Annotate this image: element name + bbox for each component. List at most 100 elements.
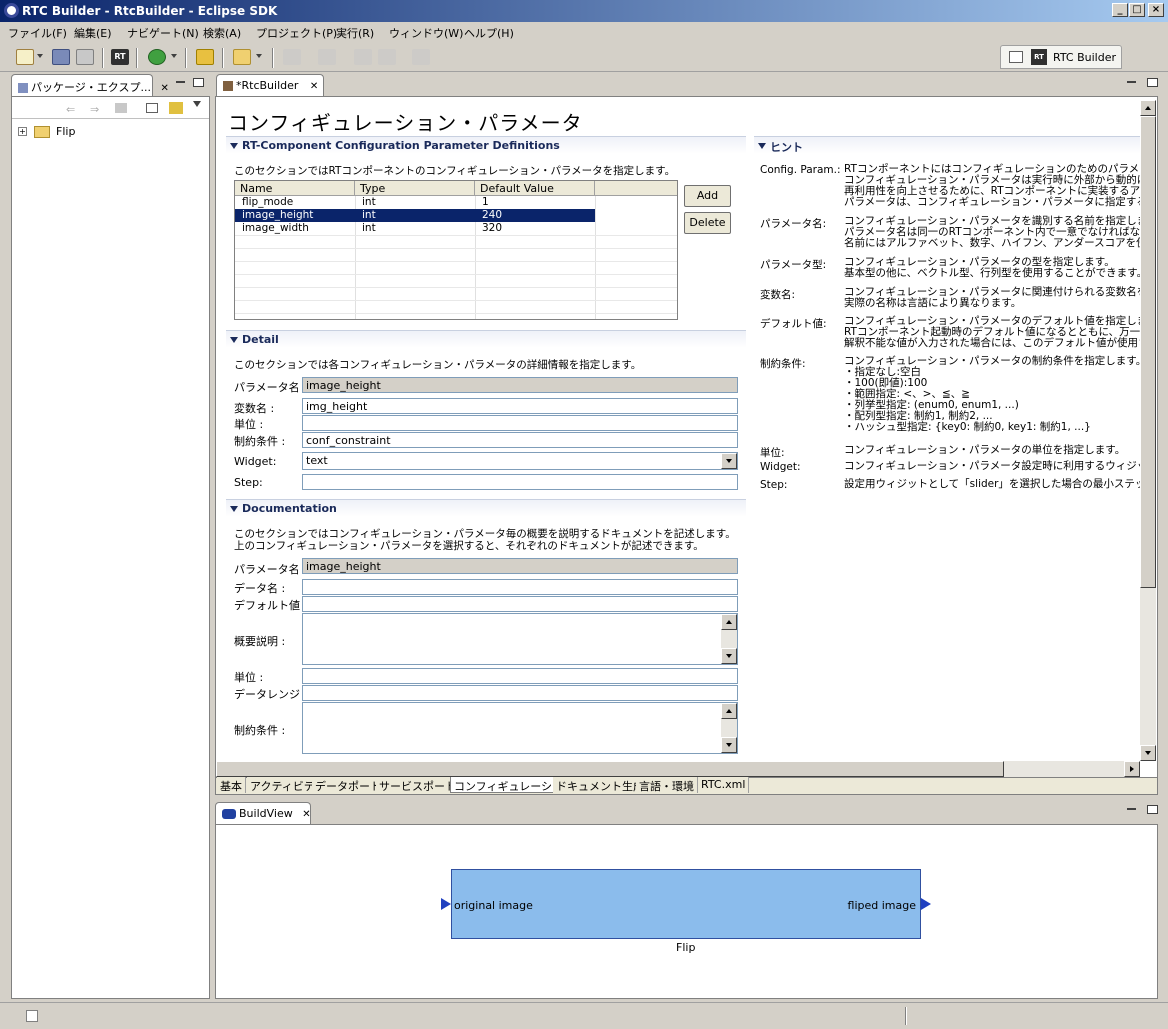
menu-help[interactable]: ヘルプ(H) xyxy=(464,25,514,41)
grid-line xyxy=(235,300,677,301)
rt-icon[interactable]: RT xyxy=(111,49,129,65)
tab-dataport[interactable]: データポート xyxy=(312,777,385,793)
minimize-view-icon[interactable] xyxy=(1127,808,1136,810)
menu-edit[interactable]: 編集(E) xyxy=(74,25,112,41)
perspective-switcher[interactable]: RT RTC Builder xyxy=(1000,45,1122,69)
next-annotation-icon[interactable] xyxy=(283,49,301,65)
table-row[interactable]: image_width int 320 xyxy=(235,222,595,235)
out-port-icon[interactable] xyxy=(921,898,931,910)
maximize-view-icon[interactable] xyxy=(193,78,204,87)
menu-search[interactable]: 検索(A) xyxy=(203,25,241,41)
rt-component-box[interactable]: original image fliped image xyxy=(451,869,921,939)
menu-window[interactable]: ウィンドウ(W) xyxy=(389,25,463,41)
tab-doc-generation[interactable]: ドキュメント生成 xyxy=(553,777,648,793)
column-header-name[interactable]: Name xyxy=(235,181,355,196)
maximize-button[interactable]: □ xyxy=(1129,3,1145,17)
menu-run[interactable]: 実行(R) xyxy=(336,25,374,41)
doc-data-name-field[interactable] xyxy=(302,579,738,595)
forward-icon[interactable]: ⇒ xyxy=(90,103,99,116)
doc-unit-field[interactable] xyxy=(302,668,738,684)
chevron-down-icon[interactable] xyxy=(256,54,262,58)
title-bar: RTC Builder - RtcBuilder - Eclipse SDK _… xyxy=(0,0,1168,22)
expand-icon[interactable]: + xyxy=(18,127,27,136)
maximize-view-icon[interactable] xyxy=(1147,78,1158,87)
scroll-right-icon[interactable] xyxy=(1124,761,1140,777)
detail-var-name-field[interactable]: img_height xyxy=(302,398,738,414)
tab-serviceport[interactable]: サービスポート xyxy=(376,777,460,793)
run-icon[interactable] xyxy=(148,49,166,65)
scroll-up-icon[interactable] xyxy=(721,614,737,630)
maximize-view-icon[interactable] xyxy=(1147,805,1158,814)
minimize-button[interactable]: _ xyxy=(1112,3,1128,17)
forward-icon[interactable] xyxy=(412,49,430,65)
open-folder-icon[interactable] xyxy=(233,49,251,65)
eclipse-icon xyxy=(4,3,19,18)
print-icon[interactable] xyxy=(76,49,94,65)
menu-file[interactable]: ファイル(F) xyxy=(8,25,67,41)
scroll-down-icon[interactable] xyxy=(721,737,737,753)
menu-project[interactable]: プロジェクト(P) xyxy=(256,25,337,41)
section-definitions-header[interactable]: RT-Component Configuration Parameter Def… xyxy=(226,136,746,154)
tab-buildview[interactable]: BuildView ✕ xyxy=(215,802,311,824)
link-editor-icon[interactable] xyxy=(169,102,183,114)
column-header-type[interactable]: Type xyxy=(355,181,475,196)
section-detail-header[interactable]: Detail xyxy=(226,330,746,348)
doc-overview-textarea[interactable] xyxy=(302,613,738,665)
add-button[interactable]: Add xyxy=(684,185,731,207)
tab-language-env[interactable]: 言語・環境 xyxy=(636,777,698,793)
tool-icon[interactable] xyxy=(196,49,214,65)
minimize-view-icon[interactable] xyxy=(1127,81,1136,83)
close-icon[interactable]: ✕ xyxy=(160,83,168,94)
in-port-icon[interactable] xyxy=(441,898,451,910)
doc-param-name-field[interactable]: image_height xyxy=(302,558,738,574)
hint-key: Config. Param.: xyxy=(760,164,841,176)
scroll-up-icon[interactable] xyxy=(1140,100,1156,116)
scroll-up-icon[interactable] xyxy=(721,703,737,719)
scroll-thumb[interactable] xyxy=(216,761,1004,777)
delete-button[interactable]: Delete xyxy=(684,212,731,234)
view-menu-icon[interactable] xyxy=(193,101,201,107)
tab-rtc-xml[interactable]: RTC.xml xyxy=(698,777,750,793)
detail-unit-field[interactable] xyxy=(302,415,738,431)
last-edit-icon[interactable] xyxy=(354,49,372,65)
doc-constraint-textarea[interactable] xyxy=(302,702,738,754)
up-icon[interactable] xyxy=(115,103,127,113)
open-perspective-icon[interactable] xyxy=(1009,51,1023,63)
prev-annotation-icon[interactable] xyxy=(318,49,336,65)
scroll-down-icon[interactable] xyxy=(721,648,737,664)
column-header-default[interactable]: Default Value xyxy=(475,181,595,196)
detail-constraint-field[interactable]: conf_constraint xyxy=(302,432,738,448)
scroll-down-icon[interactable] xyxy=(1140,745,1156,761)
section-documentation-header[interactable]: Documentation xyxy=(226,499,746,517)
chevron-down-icon[interactable] xyxy=(37,54,43,58)
close-icon[interactable]: ✕ xyxy=(310,81,318,92)
back-icon[interactable] xyxy=(378,49,396,65)
hint-line: 実際の名称は言語により異なります。 xyxy=(844,297,1022,309)
chevron-down-icon[interactable] xyxy=(171,54,177,58)
minimize-view-icon[interactable] xyxy=(176,81,185,83)
widget-select[interactable]: text xyxy=(302,452,738,470)
table-row[interactable]: flip_mode int 1 xyxy=(235,196,595,209)
tab-basic[interactable]: 基本 xyxy=(217,777,246,793)
fast-view-icon[interactable] xyxy=(26,1010,38,1022)
section-hint-header[interactable]: ヒント xyxy=(754,136,1140,154)
config-params-table[interactable]: Name Type Default Value flip_mode int 1 … xyxy=(234,180,678,320)
doc-default-field[interactable] xyxy=(302,596,738,612)
save-icon[interactable] xyxy=(52,49,70,65)
collapse-all-icon[interactable] xyxy=(146,103,158,113)
table-row-selected[interactable]: image_height int 240 xyxy=(235,209,595,222)
toolbar-separator xyxy=(136,48,138,68)
close-button[interactable]: × xyxy=(1148,3,1164,17)
doc-range-field[interactable] xyxy=(302,685,738,701)
back-icon[interactable]: ⇐ xyxy=(66,103,75,116)
detail-step-field[interactable] xyxy=(302,474,738,490)
new-icon[interactable] xyxy=(16,49,34,65)
tab-package-explorer[interactable]: パッケージ・エクスプ... ✕ xyxy=(11,74,169,96)
hint-line: パラメータは、コンフィギュレーション・パラメータに指定することを推 xyxy=(844,196,1140,208)
detail-param-name-field[interactable]: image_height xyxy=(302,377,738,393)
chevron-down-icon[interactable] xyxy=(721,453,737,469)
tab-rtcbuilder-editor[interactable]: *RtcBuilder ✕ xyxy=(216,74,324,96)
menu-navigate[interactable]: ナビゲート(N) xyxy=(127,25,199,41)
scroll-thumb[interactable] xyxy=(1140,116,1156,588)
close-icon[interactable]: ✕ xyxy=(302,809,310,820)
